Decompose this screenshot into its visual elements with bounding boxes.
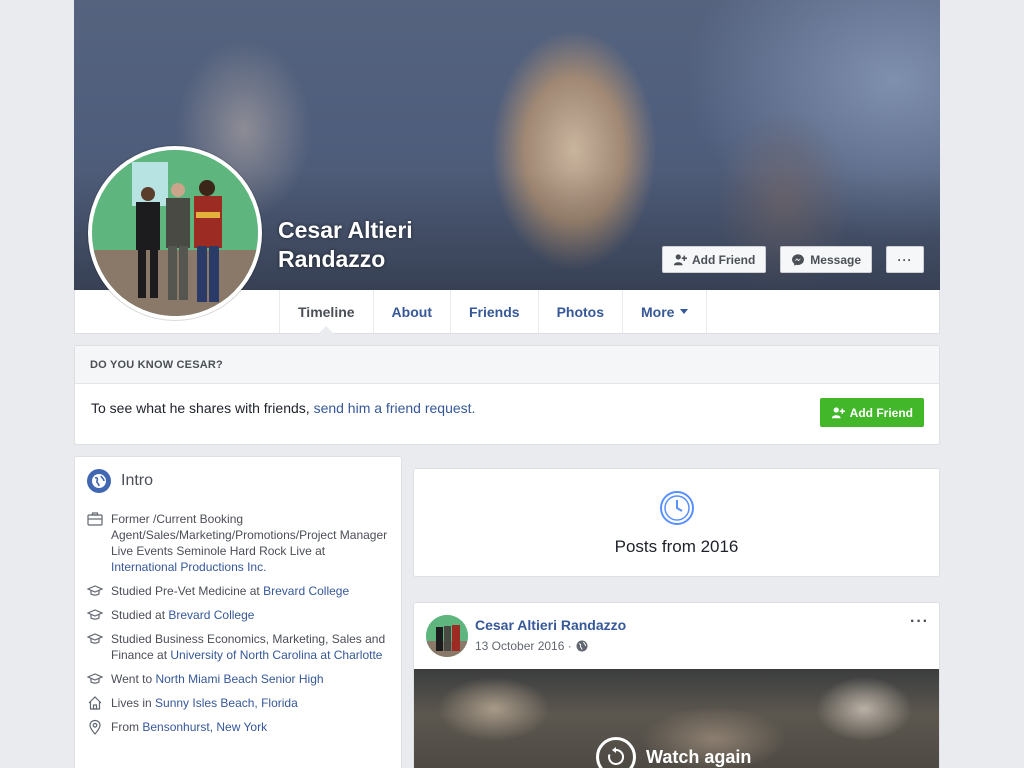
tab-timeline-label: Timeline: [298, 303, 355, 320]
more-options-button[interactable]: ···: [886, 246, 924, 273]
tab-timeline[interactable]: Timeline: [279, 290, 373, 334]
intro-item-education: Studied Pre-Vet Medicine at Brevard Coll…: [87, 583, 389, 599]
public-globe-icon[interactable]: [576, 640, 588, 652]
intro-link[interactable]: International Productions Inc.: [111, 560, 266, 574]
tab-about[interactable]: About: [372, 290, 450, 333]
intro-text: Studied at: [111, 608, 169, 622]
intro-item-text: Lives in Sunny Isles Beach, Florida: [111, 695, 298, 711]
timeline-post: Cesar Altieri Randazzo 13 October 2016 ·…: [413, 602, 940, 768]
tab-more[interactable]: More: [622, 290, 708, 333]
intro-text: From: [111, 720, 143, 734]
post-author-photo: [426, 615, 468, 657]
post-video[interactable]: Watch again: [414, 669, 939, 768]
tab-photos-label: Photos: [556, 303, 605, 320]
intro-text: Went to: [111, 672, 156, 686]
location-pin-icon: [89, 719, 101, 735]
intro-text: Lives in: [111, 696, 156, 710]
messenger-icon: [792, 253, 805, 266]
add-friend-green-button[interactable]: Add Friend: [819, 398, 924, 427]
add-friend-icon: [831, 406, 845, 418]
intro-item-work: Former /Current Booking Agent/Sales/Mark…: [87, 511, 389, 575]
tab-more-label: More: [641, 303, 675, 320]
intro-item-text: Studied Pre-Vet Medicine at Brevard Coll…: [111, 583, 349, 599]
intro-link[interactable]: Brevard College: [263, 584, 349, 598]
intro-item-from: From Bensonhurst, New York: [87, 719, 389, 735]
intro-link[interactable]: Sunny Isles Beach, Florida: [155, 696, 298, 710]
intro-item-text: Studied at Brevard College: [111, 607, 254, 623]
intro-header: Intro: [87, 469, 389, 493]
globe-icon: [87, 469, 111, 493]
graduation-cap-icon: [87, 609, 103, 620]
tab-about-label: About: [391, 303, 432, 320]
posts-from-year-card[interactable]: Posts from 2016: [413, 468, 940, 577]
watch-again-label: Watch again: [646, 746, 752, 767]
intro-text: Studied Pre-Vet Medicine at: [111, 584, 264, 598]
post-author-avatar[interactable]: [426, 615, 468, 657]
briefcase-icon: [87, 512, 103, 526]
profile-photo: [92, 150, 258, 316]
add-friend-green-label: Add Friend: [849, 405, 913, 420]
intro-link[interactable]: North Miami Beach Senior High: [155, 672, 323, 686]
friend-request-link[interactable]: send him a friend request.: [314, 400, 476, 416]
profile-picture[interactable]: [88, 146, 262, 320]
caret-down-icon: [680, 309, 689, 314]
post-date[interactable]: 13 October 2016 ·: [475, 639, 572, 653]
message-label: Message: [810, 252, 861, 267]
graduation-cap-icon: [87, 585, 103, 596]
intro-item-education: Studied at Brevard College: [87, 607, 389, 623]
post-meta: 13 October 2016 ·: [475, 639, 588, 653]
intro-item-text: Former /Current Booking Agent/Sales/Mark…: [111, 511, 389, 575]
intro-title: Intro: [121, 472, 154, 489]
add-friend-button[interactable]: Add Friend: [661, 246, 767, 273]
graduation-cap-icon: [87, 673, 103, 684]
profile-tabs: Timeline About Friends Photos More: [279, 290, 708, 334]
add-friend-label: Add Friend: [691, 252, 756, 267]
watch-again-button[interactable]: Watch again: [596, 737, 751, 768]
clock-icon: [659, 491, 694, 525]
intro-item-education: Studied Business Economics, Marketing, S…: [87, 631, 389, 663]
do-you-know-heading: DO YOU KNOW CESAR?: [75, 346, 939, 384]
message-button[interactable]: Message: [780, 246, 872, 273]
tab-friends[interactable]: Friends: [449, 290, 538, 333]
intro-item-lives: Lives in Sunny Isles Beach, Florida: [87, 695, 389, 711]
tab-photos[interactable]: Photos: [537, 290, 622, 333]
cover-actions: Add Friend Message ···: [661, 246, 924, 273]
replay-icon: [596, 737, 636, 768]
home-icon: [88, 696, 102, 710]
intro-link[interactable]: Brevard College: [168, 608, 254, 622]
post-options-icon[interactable]: ···: [910, 613, 929, 631]
intro-link[interactable]: University of North Carolina at Charlott…: [170, 648, 382, 662]
intro-item-highschool: Went to North Miami Beach Senior High: [87, 671, 389, 687]
intro-text: Former /Current Booking Agent/Sales/Mark…: [111, 512, 388, 558]
graduation-cap-icon: [87, 633, 103, 644]
post-author-name[interactable]: Cesar Altieri Randazzo: [475, 617, 626, 633]
add-friend-icon: [673, 253, 687, 265]
do-you-know-text: To see what he shares with friends, send…: [91, 400, 475, 416]
intro-link[interactable]: Bensonhurst, New York: [142, 720, 267, 734]
profile-name[interactable]: Cesar Altieri Randazzo: [278, 216, 448, 274]
intro-item-text: Studied Business Economics, Marketing, S…: [111, 631, 389, 663]
do-you-know-sentence: To see what he shares with friends,: [91, 400, 314, 416]
posts-from-label: Posts from 2016: [614, 537, 739, 556]
intro-item-text: From Bensonhurst, New York: [111, 719, 267, 735]
tab-friends-label: Friends: [468, 303, 520, 320]
profile-photo-image: [92, 150, 258, 316]
do-you-know-box: DO YOU KNOW CESAR? To see what he shares…: [74, 345, 940, 445]
intro-item-text: Went to North Miami Beach Senior High: [111, 671, 324, 687]
intro-card: Intro Former /Current Booking Agent/Sale…: [74, 456, 402, 768]
